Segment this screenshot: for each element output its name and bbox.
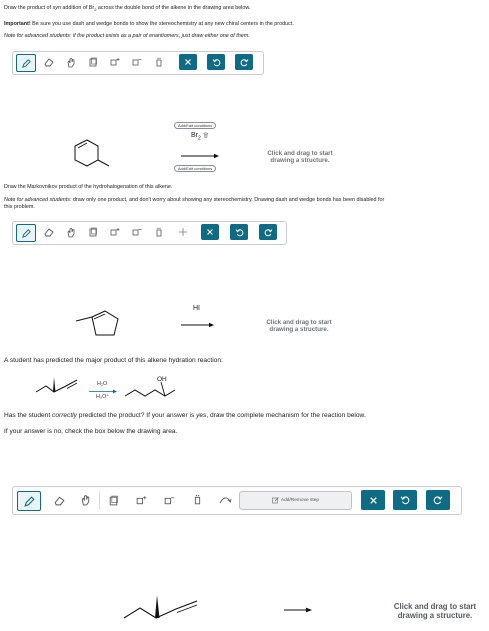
lone-pair-icon[interactable] xyxy=(188,492,206,508)
template-icon[interactable] xyxy=(84,224,102,240)
q2-note-label: Note for advanced students: xyxy=(4,197,72,203)
pencil-icon[interactable] xyxy=(17,491,41,511)
methylcyclopentene-structure xyxy=(75,310,119,336)
hand-icon[interactable] xyxy=(76,492,94,508)
q1-text-c: across the double bond of the alkene in … xyxy=(96,5,251,11)
methylcyclohexene-structure xyxy=(74,139,110,167)
charge-minus-icon[interactable] xyxy=(128,224,146,240)
q1-note-text: Note for advanced students: if the produ… xyxy=(4,33,250,39)
q3-question-b: predicted the product? If your answer is xyxy=(76,412,197,419)
q1-text-a: Draw the product of xyxy=(4,5,53,11)
q1-instruction: Draw the product of syn addition of Br2 … xyxy=(4,5,250,13)
redo-icon[interactable] xyxy=(235,54,253,70)
reaction-arrow-1 xyxy=(181,153,219,159)
important-label: Important! xyxy=(4,21,31,27)
eraser-icon[interactable] xyxy=(40,54,58,70)
toolbar-divider xyxy=(99,492,100,509)
close-icon[interactable] xyxy=(179,54,197,70)
add-conditions-bottom-button[interactable]: Add/Edit conditions xyxy=(174,165,217,172)
q1-drawing-hint[interactable]: Click and drag to start drawing a struct… xyxy=(250,150,350,164)
charge-minus-icon[interactable] xyxy=(160,492,178,508)
template-icon[interactable] xyxy=(84,54,102,70)
q1-note: Note for advanced students: if the produ… xyxy=(4,33,250,40)
pencil-icon[interactable] xyxy=(16,224,36,242)
q3-intro: A student has predicted the major produc… xyxy=(4,357,223,364)
undo-icon[interactable] xyxy=(230,224,248,240)
redo-icon[interactable] xyxy=(426,490,450,510)
charge-plus-icon[interactable] xyxy=(132,492,150,508)
q3-if-no: If your answer is no, check the box belo… xyxy=(4,428,178,435)
q1-text-b: addition of Br xyxy=(60,5,95,11)
add-conditions-top-button[interactable]: Add/Edit conditions xyxy=(174,122,217,129)
hand-icon[interactable] xyxy=(62,54,80,70)
q1-hint-line2: drawing a structure. xyxy=(270,157,330,164)
q3-hint-line2: drawing a structure. xyxy=(397,611,473,620)
q1-reagent-sub: 2 xyxy=(198,135,201,142)
trash-icon[interactable]: 🗑 xyxy=(203,133,209,139)
eraser-icon[interactable] xyxy=(50,492,68,508)
toolbar-1 xyxy=(12,51,264,75)
toolbar-3: Add/Remove step xyxy=(12,486,462,515)
mechanism-arrow xyxy=(284,607,312,613)
charge-minus-icon[interactable] xyxy=(128,54,146,70)
close-icon[interactable] xyxy=(361,490,385,510)
q3-drawing-hint[interactable]: Click and drag to start drawing a struct… xyxy=(384,602,486,620)
charge-plus-icon[interactable] xyxy=(106,54,124,70)
q3-question-yes: yes xyxy=(196,412,207,419)
starting-alkene-structure xyxy=(35,377,78,393)
q2-instruction: Draw the Markovnikov product of the hydr… xyxy=(4,184,173,190)
q1-text-syn: syn xyxy=(52,5,61,11)
edit-icon xyxy=(272,497,279,504)
hand-icon[interactable] xyxy=(62,224,80,240)
q2-reagent: HI xyxy=(193,305,200,312)
q3-question-em: correctly xyxy=(52,412,77,419)
reaction-arrow-2 xyxy=(181,322,214,328)
pencil-icon[interactable] xyxy=(16,54,36,72)
add-step-label: Add/Remove step xyxy=(280,498,320,503)
q3-question: Has the student correctly predicted the … xyxy=(4,412,366,419)
eraser-icon[interactable] xyxy=(40,224,58,240)
q2-hint-line1: Click and drag to start xyxy=(266,319,332,326)
important-text: Be sure you use dash and wedge bonds to … xyxy=(30,21,294,27)
mechanism-starting-alkene xyxy=(123,595,198,619)
close-icon[interactable] xyxy=(201,224,219,240)
q1-important: Important! Be sure you use dash and wedg… xyxy=(4,21,294,28)
curved-arrow-icon[interactable] xyxy=(216,492,234,508)
q2-hint-line2: drawing a structure. xyxy=(269,326,329,333)
q2-note-text: draw only one product, and don't worry a… xyxy=(71,197,385,203)
add-reagent-icon[interactable] xyxy=(174,224,192,240)
toolbar-2 xyxy=(12,221,287,245)
q3-reagent-top: H₂O xyxy=(97,381,108,387)
template-icon[interactable] xyxy=(104,492,122,508)
add-remove-step-button[interactable]: Add/Remove step xyxy=(239,491,352,510)
charge-plus-icon[interactable] xyxy=(106,224,124,240)
q1-reagent: Br2 🗑 xyxy=(191,132,209,141)
lone-pair-icon[interactable] xyxy=(150,54,168,70)
redo-icon[interactable] xyxy=(259,224,277,240)
q3-question-c: , draw the complete mechanism for the re… xyxy=(206,412,366,419)
q2-drawing-hint[interactable]: Click and drag to start drawing a struct… xyxy=(249,319,349,333)
q2-note: Note for advanced students: draw only on… xyxy=(4,197,384,204)
q3-hint-line1: Click and drag to start xyxy=(393,602,477,611)
q1-reagent-text: Br xyxy=(191,132,198,139)
undo-icon[interactable] xyxy=(393,490,417,510)
q3-reagent-bottom: H₃O⁺ xyxy=(96,394,110,400)
q1-hint-line1: Click and drag to start xyxy=(267,150,333,157)
q2-note-2: this problem. xyxy=(4,204,35,210)
q3-question-a: Has the student xyxy=(4,412,53,419)
predicted-product-structure xyxy=(124,381,176,397)
lone-pair-icon[interactable] xyxy=(150,224,168,240)
undo-icon[interactable] xyxy=(207,54,225,70)
